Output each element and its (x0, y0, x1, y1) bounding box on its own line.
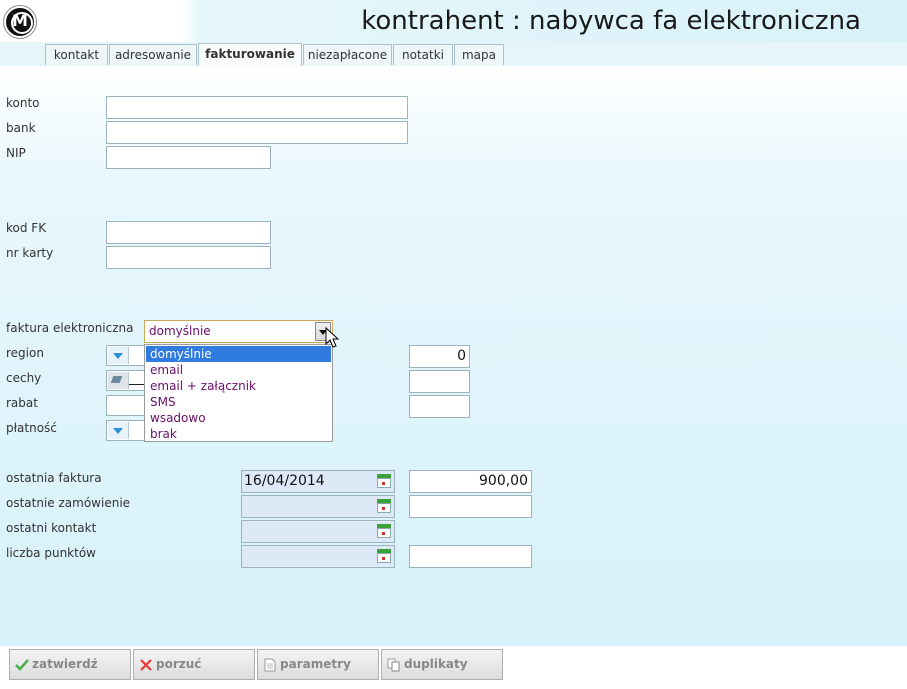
tab-bar: kontakt adresowanie fakturowanie niezapł… (0, 42, 907, 67)
checkmark-icon (15, 659, 29, 671)
ostatnie-zamowienie-date[interactable] (241, 495, 395, 518)
nip-label: NIP (6, 146, 26, 160)
copy-icon (387, 658, 400, 672)
platnosc-dropdown-button[interactable] (108, 422, 129, 439)
tab-adresowanie[interactable]: adresowanie (109, 44, 197, 65)
tab-notatki[interactable]: notatki (393, 44, 453, 65)
ostatni-kontakt-date[interactable] (241, 520, 395, 543)
faktura-elektroniczna-label: faktura elektroniczna (6, 321, 134, 335)
region-dropdown-button[interactable] (108, 347, 129, 364)
option-domyslnie[interactable]: domyślnie (146, 346, 331, 362)
ostatnia-faktura-label: ostatnia faktura (6, 471, 102, 485)
calendar-icon[interactable] (375, 547, 393, 565)
platnosc-label: płatność (6, 421, 57, 435)
konto-label: konto (6, 96, 40, 110)
chevron-down-icon (113, 353, 123, 359)
close-icon (140, 659, 152, 671)
calendar-icon[interactable] (375, 472, 393, 490)
rabat-label: rabat (6, 396, 38, 410)
liczba-punktow-amount[interactable] (409, 545, 532, 568)
ostatnia-faktura-date[interactable]: 16/04/2014 (241, 470, 395, 493)
app-logo-icon[interactable]: M (4, 6, 36, 38)
tab-fakturowanie[interactable]: fakturowanie (198, 43, 302, 66)
cechy-label: cechy (6, 371, 42, 385)
faktura-elektroniczna-options: domyślnie email email + załącznik SMS ws… (144, 344, 333, 442)
option-brak[interactable]: brak (146, 426, 331, 442)
nr-karty-label: nr karty (6, 246, 54, 260)
calendar-icon[interactable] (375, 522, 393, 540)
option-wsadowo[interactable]: wsadowo (146, 410, 331, 426)
region-value-field[interactable]: 0 (409, 345, 470, 368)
porzuc-button[interactable]: porzuć (133, 649, 255, 680)
header-bar: M kontrahent : nabywca fa elektroniczna (0, 0, 907, 42)
option-email[interactable]: email (146, 362, 331, 378)
footer-bar: zatwierdź porzuć parametry duplikaty (0, 646, 907, 689)
option-email-zalacznik[interactable]: email + załącznik (146, 378, 331, 394)
bank-input[interactable] (106, 121, 408, 144)
konto-input[interactable] (106, 96, 408, 119)
faktura-elektroniczna-select[interactable]: domyślnie (144, 320, 333, 343)
page-title: kontrahent : nabywca fa elektroniczna (361, 6, 861, 36)
duplikaty-button[interactable]: duplikaty (381, 649, 503, 680)
tab-mapa[interactable]: mapa (454, 44, 504, 65)
ostatnie-zamowienie-amount[interactable] (409, 495, 532, 518)
ostatni-kontakt-label: ostatni kontakt (6, 521, 97, 535)
calendar-icon[interactable] (375, 497, 393, 515)
chevron-down-icon (113, 428, 123, 434)
nr-karty-input[interactable] (106, 246, 271, 269)
region-label: region (6, 346, 44, 360)
cechy-divider (129, 384, 144, 385)
kod-fk-label: kod FK (6, 221, 47, 235)
kod-fk-input[interactable] (106, 221, 271, 244)
ostatnia-faktura-amount[interactable]: 900,00 (409, 470, 532, 493)
ostatnie-zamowienie-label: ostatnie zamówienie (6, 496, 131, 510)
bank-label: bank (6, 121, 36, 135)
document-icon (264, 658, 276, 672)
rabat-value-field[interactable] (409, 395, 470, 418)
option-sms[interactable]: SMS (146, 394, 331, 410)
parametry-button[interactable]: parametry (257, 649, 379, 680)
tab-niezaplacone[interactable]: niezapłacone (303, 44, 392, 65)
mouse-cursor-icon (325, 327, 340, 348)
tab-kontakt[interactable]: kontakt (45, 44, 108, 65)
tag-icon[interactable] (108, 372, 129, 389)
liczba-punktow-label: liczba punktów (6, 546, 96, 560)
cechy-value-field[interactable] (409, 370, 470, 393)
zatwierdz-button[interactable]: zatwierdź (9, 649, 131, 680)
liczba-punktow-date[interactable] (241, 545, 395, 568)
nip-input[interactable] (106, 146, 271, 169)
